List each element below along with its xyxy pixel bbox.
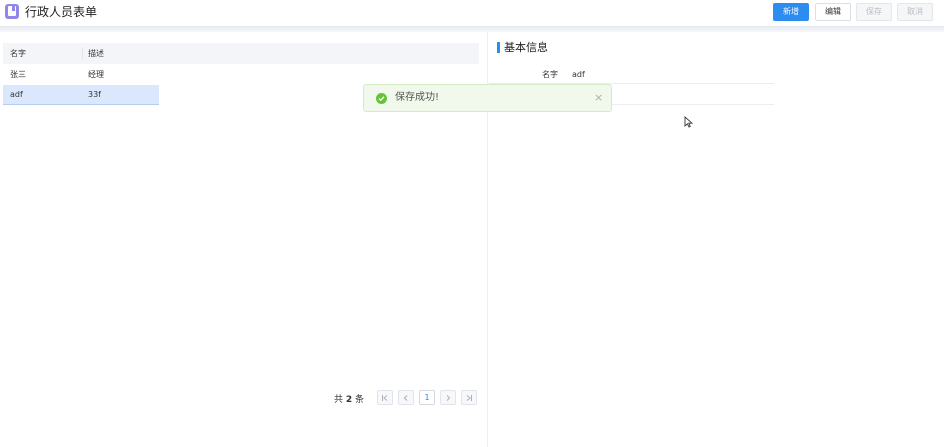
last-page-button[interactable] (461, 390, 477, 405)
total-suffix: 条 (355, 395, 365, 405)
field-value-name[interactable]: adf (572, 70, 585, 80)
prev-page-button[interactable] (398, 390, 414, 405)
first-page-icon (382, 395, 388, 401)
next-page-button[interactable] (440, 390, 456, 405)
mouse-cursor-icon (684, 116, 693, 128)
total-count: 2 (345, 395, 353, 405)
section-title: 基本信息 (504, 41, 548, 54)
section-marker (497, 42, 500, 53)
success-toast: 保存成功! × (363, 84, 612, 112)
cell-name: 张三 (10, 70, 26, 79)
page-number-current[interactable]: 1 (419, 390, 435, 405)
column-header-desc[interactable]: 描述 (88, 49, 104, 59)
table-row[interactable]: 张三 经理 (3, 65, 159, 85)
table-header: 名字 描述 (3, 43, 479, 64)
toast-message: 保存成功! (395, 92, 440, 103)
first-page-button[interactable] (377, 390, 393, 405)
column-divider[interactable] (82, 47, 83, 60)
app-header: 行政人员表单 新增 编辑 保存 取消 (0, 0, 944, 27)
pagination-total: 共 2 条 (334, 392, 364, 405)
new-button[interactable]: 新增 (773, 3, 809, 21)
page-title: 行政人员表单 (25, 5, 98, 19)
close-icon[interactable]: × (594, 92, 603, 104)
chevron-right-icon (446, 395, 451, 401)
save-button[interactable]: 保存 (856, 3, 892, 21)
table-row-selected[interactable]: adf 33f (3, 85, 159, 105)
check-circle-icon (376, 93, 387, 104)
total-prefix: 共 (334, 395, 344, 405)
cell-desc: 经理 (88, 70, 104, 79)
field-label-name: 名字 (542, 70, 558, 79)
form-app-icon (5, 4, 19, 19)
cell-name: adf (10, 90, 23, 99)
column-header-name[interactable]: 名字 (10, 49, 26, 59)
cell-desc: 33f (88, 90, 101, 99)
edit-button[interactable]: 编辑 (815, 3, 851, 21)
cancel-button[interactable]: 取消 (897, 3, 933, 21)
chevron-left-icon (403, 395, 408, 401)
last-page-icon (466, 395, 472, 401)
